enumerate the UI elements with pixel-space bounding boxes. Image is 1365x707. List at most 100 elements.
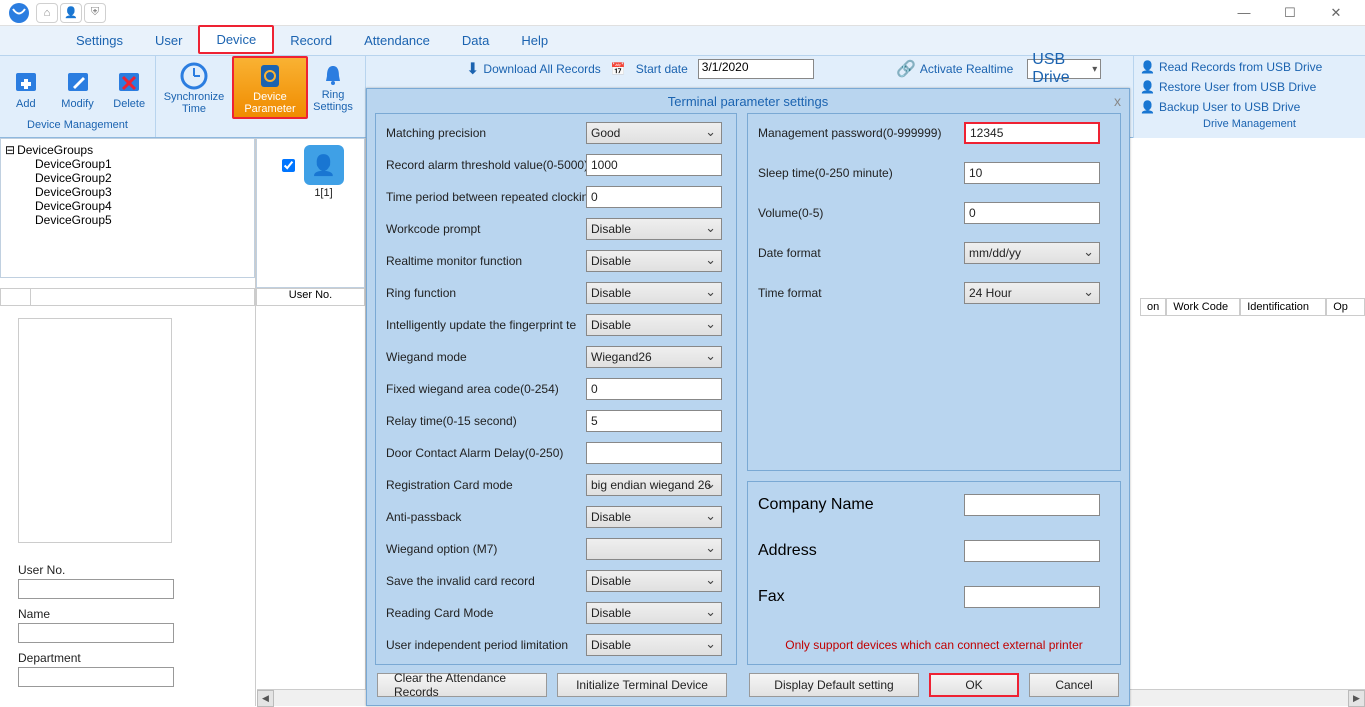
field-label: Registration Card mode xyxy=(386,478,586,492)
device-icon: 👤 xyxy=(304,145,344,185)
delete-button[interactable]: Delete xyxy=(103,56,155,119)
scroll-right-icon[interactable]: ▶ xyxy=(1348,690,1365,707)
text-field[interactable]: 5 xyxy=(586,410,722,432)
start-date-field[interactable]: 3/1/2020 xyxy=(698,59,814,79)
select-field[interactable]: Good xyxy=(586,122,722,144)
ok-button[interactable]: OK xyxy=(929,673,1019,697)
select-field[interactable]: Disable xyxy=(586,218,722,240)
ring-settings-button[interactable]: Ring Settings xyxy=(308,56,358,119)
field-label: Anti-passback xyxy=(386,510,586,524)
list-header xyxy=(0,288,255,306)
text-field[interactable]: 0 xyxy=(586,186,722,208)
menu-help[interactable]: Help xyxy=(505,26,564,55)
select-field[interactable]: Wiegand26 xyxy=(586,346,722,368)
app-logo xyxy=(6,0,32,26)
text-field[interactable]: 12345 xyxy=(964,122,1100,144)
department-field[interactable] xyxy=(18,667,174,687)
field-label: Ring function xyxy=(386,286,586,300)
field-label: Wiegand mode xyxy=(386,350,586,364)
add-button[interactable]: Add xyxy=(0,56,52,119)
select-field[interactable]: Disable xyxy=(586,602,722,624)
close-button[interactable]: ✕ xyxy=(1313,1,1359,25)
select-field[interactable]: Disable xyxy=(586,506,722,528)
display-default-button[interactable]: Display Default setting xyxy=(749,673,919,697)
tree-item[interactable]: DeviceGroup4 xyxy=(5,199,250,213)
field-label: Company Name xyxy=(758,496,964,514)
select-field[interactable]: 24 Hour xyxy=(964,282,1100,304)
text-field[interactable]: 0 xyxy=(964,202,1100,224)
menu-data[interactable]: Data xyxy=(446,26,505,55)
name-label: Name xyxy=(18,607,237,621)
menu-device[interactable]: Device xyxy=(198,25,274,54)
home-icon[interactable]: ⌂ xyxy=(36,3,58,23)
cancel-button[interactable]: Cancel xyxy=(1029,673,1119,697)
field-label: Reading Card Mode xyxy=(386,606,586,620)
read-records-usb-link[interactable]: 👤 Read Records from USB Drive xyxy=(1140,58,1359,76)
text-field[interactable]: 0 xyxy=(586,378,722,400)
usb-drive-select[interactable]: USB Drive xyxy=(1027,59,1101,79)
right-column-headers: on Work Code Identification Op xyxy=(1140,298,1365,316)
device-parameter-button[interactable]: Device Parameter xyxy=(232,56,308,119)
minimize-button[interactable]: — xyxy=(1221,1,1267,25)
menu-record[interactable]: Record xyxy=(274,26,348,55)
delete-icon xyxy=(114,66,144,96)
maximize-button[interactable]: ☐ xyxy=(1267,1,1313,25)
activate-realtime-link[interactable]: 🔗 Activate Realtime xyxy=(896,59,1013,79)
initialize-device-button[interactable]: Initialize Terminal Device xyxy=(557,673,727,697)
device-icons-pane: 👤 1[1] xyxy=(256,138,365,288)
menu-settings[interactable]: Settings xyxy=(60,26,139,55)
restore-user-usb-link[interactable]: 👤 Restore User from USB Drive xyxy=(1140,78,1359,96)
backup-user-usb-link[interactable]: 👤 Backup User to USB Drive xyxy=(1140,98,1359,116)
clear-attendance-button[interactable]: Clear the Attendance Records xyxy=(377,673,547,697)
menubar: Settings User Device Record Attendance D… xyxy=(0,26,1365,56)
device-checkbox[interactable] xyxy=(282,159,295,172)
device-tree: ⊟ DeviceGroups DeviceGroup1 DeviceGroup2… xyxy=(0,138,255,278)
shield-icon[interactable]: ⛨ xyxy=(84,3,106,23)
field-label: Fixed wiegand area code(0-254) xyxy=(386,382,586,396)
bell-icon xyxy=(320,63,346,89)
download-icon: ⬇ xyxy=(466,59,479,79)
text-field[interactable] xyxy=(586,442,722,464)
select-field[interactable]: Disable xyxy=(586,634,722,656)
menu-user[interactable]: User xyxy=(139,26,198,55)
tree-root[interactable]: ⊟ DeviceGroups xyxy=(5,143,250,157)
field-label: Record alarm threshold value(0-5000) xyxy=(386,158,586,172)
user-no-field[interactable] xyxy=(18,579,174,599)
select-field[interactable]: Disable xyxy=(586,250,722,272)
tree-item[interactable]: DeviceGroup5 xyxy=(5,213,250,227)
text-field[interactable] xyxy=(964,586,1100,608)
tree-item[interactable]: DeviceGroup1 xyxy=(5,157,250,171)
drive-mgmt-label: Drive Management xyxy=(1134,118,1365,136)
device-item[interactable]: 👤 1[1] xyxy=(304,145,344,199)
scroll-left-icon[interactable]: ◀ xyxy=(257,690,274,707)
person-icon[interactable]: 👤 xyxy=(60,3,82,23)
department-label: Department xyxy=(18,651,237,665)
select-field[interactable]: big endian wiegand 26 xyxy=(586,474,722,496)
synchronize-time-button[interactable]: Synchronize Time xyxy=(156,56,232,119)
field-label: Workcode prompt xyxy=(386,222,586,236)
select-field[interactable] xyxy=(586,538,722,560)
dialog-title: Terminal parameter settings x xyxy=(367,89,1129,113)
calendar-icon: 📅 xyxy=(611,62,626,76)
field-label: Relay time(0-15 second) xyxy=(386,414,586,428)
field-label: Time period between repeated clockin xyxy=(386,190,586,204)
tree-item[interactable]: DeviceGroup2 xyxy=(5,171,250,185)
modify-button[interactable]: Modify xyxy=(52,56,104,119)
field-label: Wiegand option (M7) xyxy=(386,542,586,556)
text-field[interactable]: 10 xyxy=(964,162,1100,184)
select-field[interactable]: mm/dd/yy xyxy=(964,242,1100,264)
select-field[interactable]: Disable xyxy=(586,314,722,336)
dialog-right-bottom-panel: Company NameAddressFaxOnly support devic… xyxy=(747,481,1121,665)
select-field[interactable]: Disable xyxy=(586,570,722,592)
field-label: Door Contact Alarm Delay(0-250) xyxy=(386,446,586,460)
text-field[interactable]: 1000 xyxy=(586,154,722,176)
field-label: Date format xyxy=(758,246,964,260)
name-field[interactable] xyxy=(18,623,174,643)
tree-item[interactable]: DeviceGroup3 xyxy=(5,185,250,199)
menu-attendance[interactable]: Attendance xyxy=(348,26,446,55)
text-field[interactable] xyxy=(964,494,1100,516)
dialog-close-button[interactable]: x xyxy=(1114,93,1121,109)
select-field[interactable]: Disable xyxy=(586,282,722,304)
download-all-records-link[interactable]: ⬇ Download All Records xyxy=(466,59,601,79)
text-field[interactable] xyxy=(964,540,1100,562)
